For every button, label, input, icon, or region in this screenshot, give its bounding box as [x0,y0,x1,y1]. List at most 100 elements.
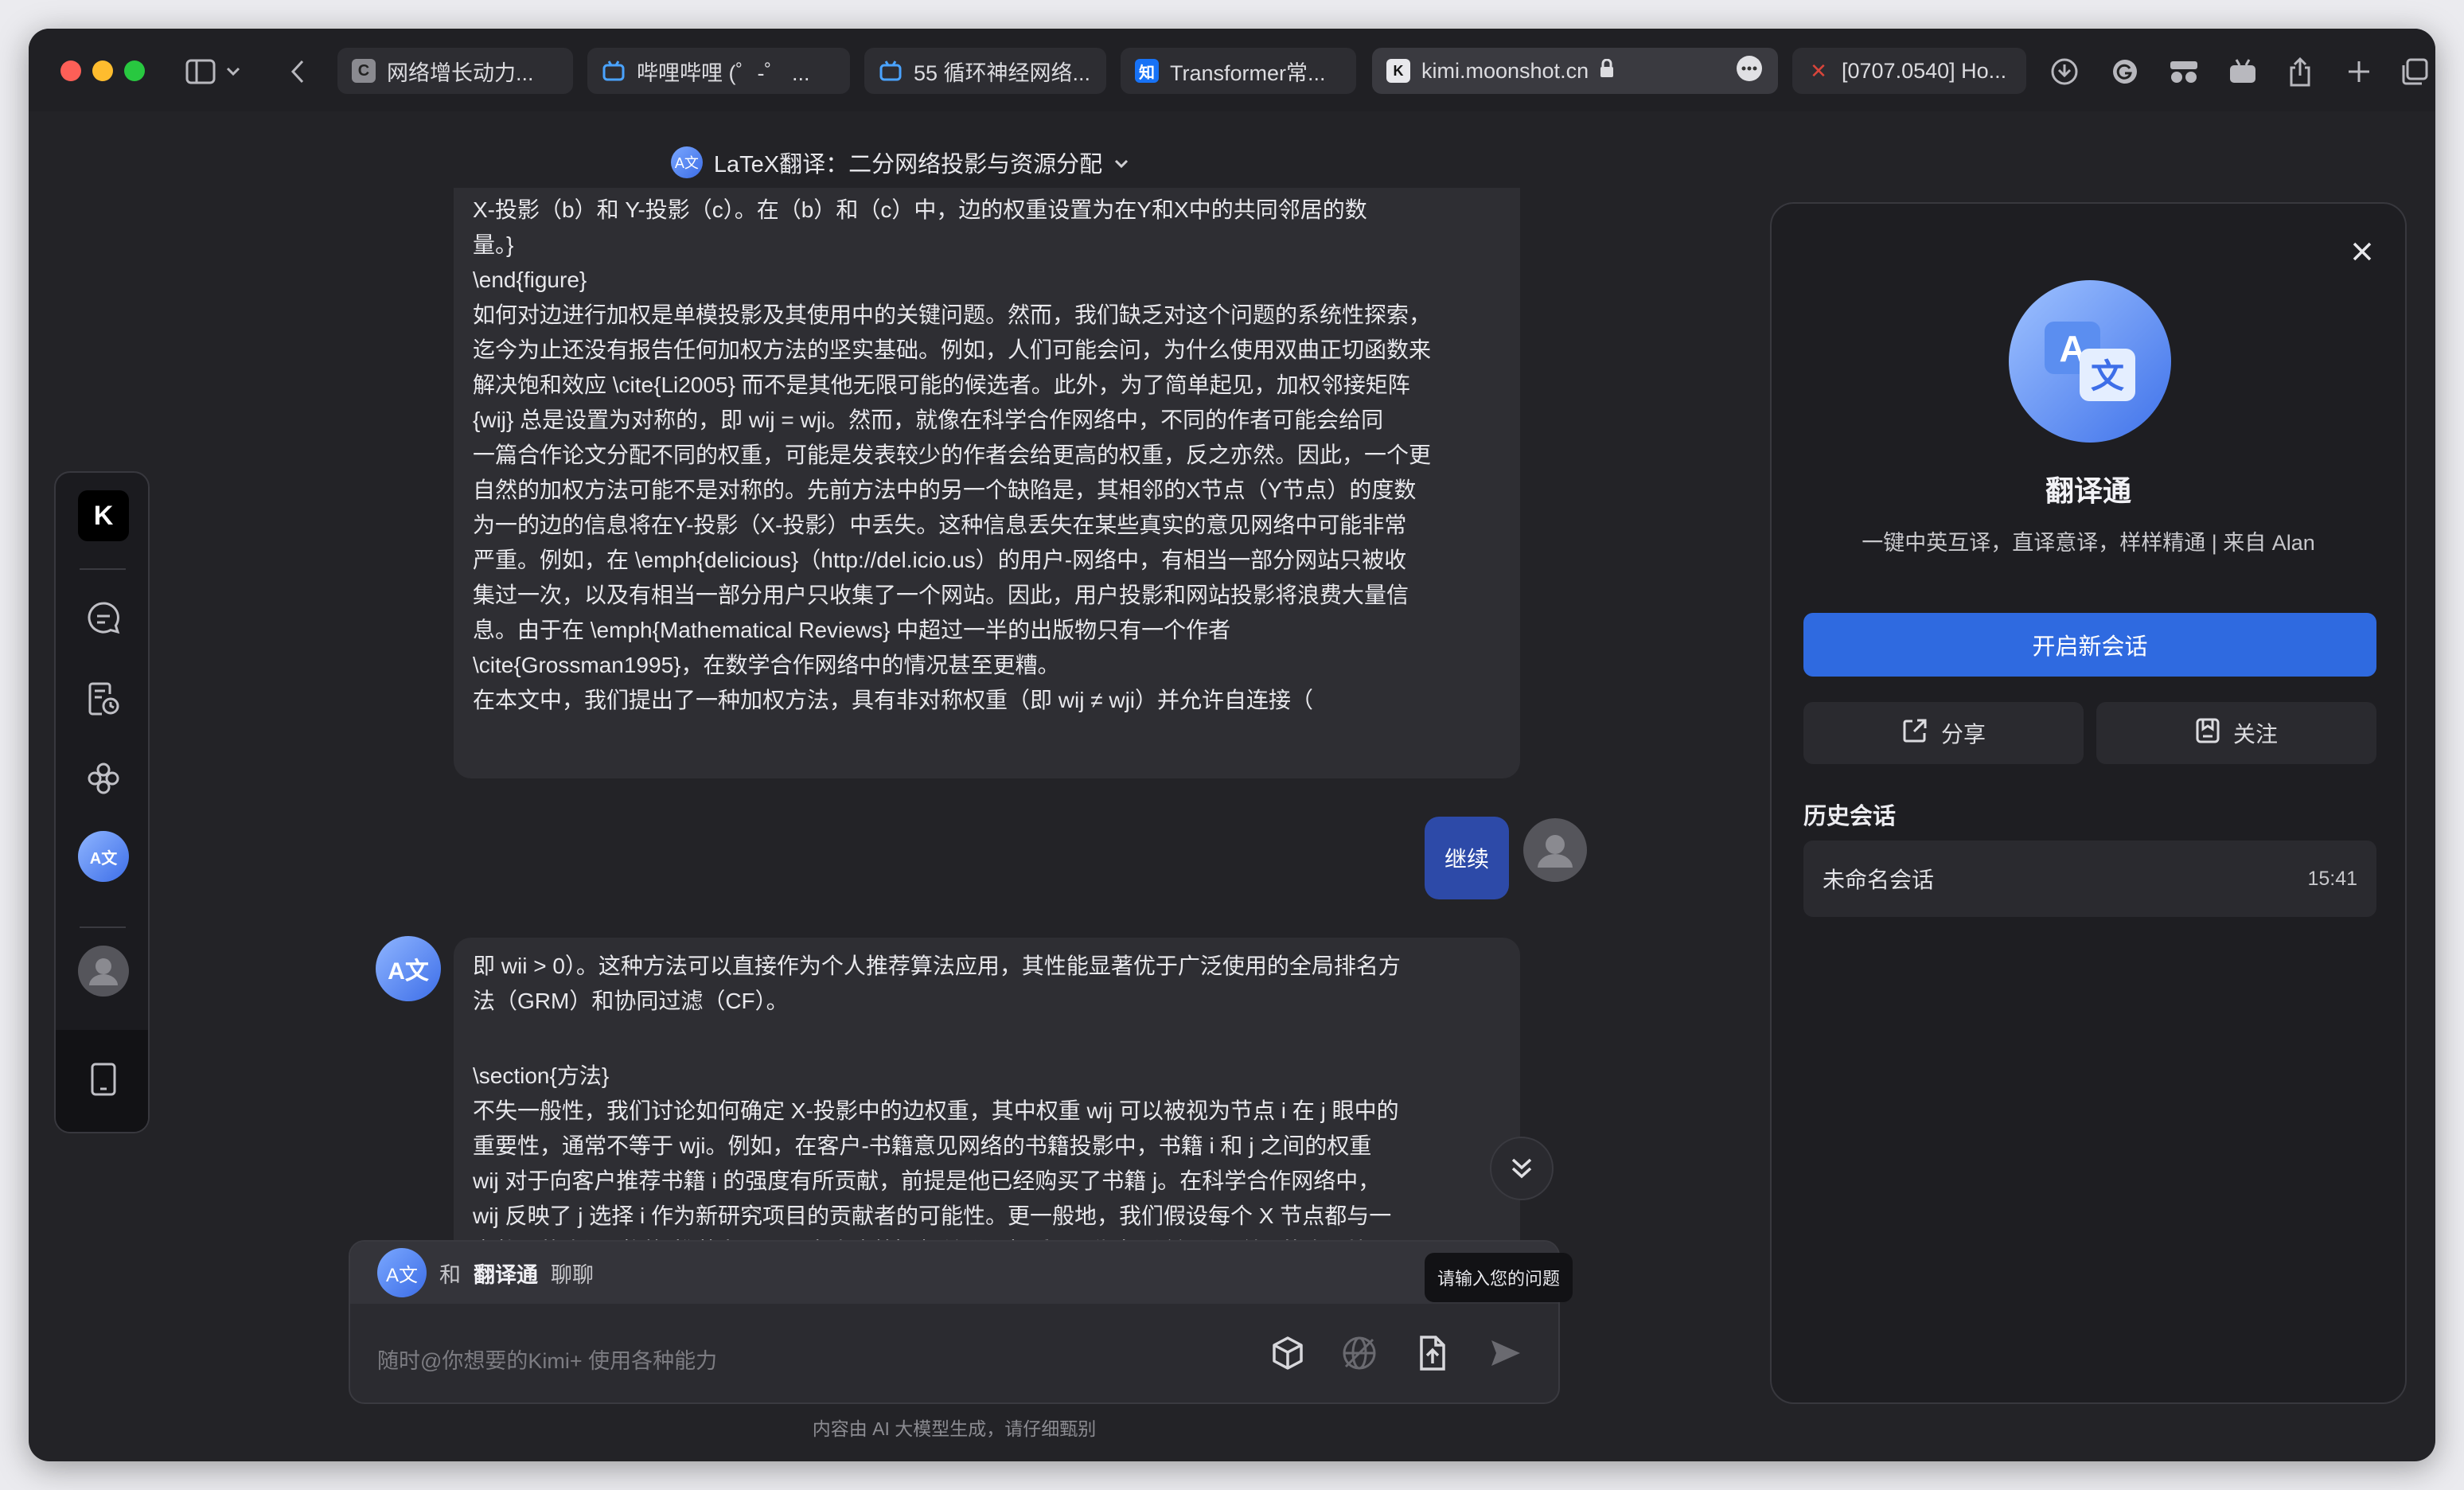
address-url[interactable]: kimi.moonshot.cn [1421,59,1589,84]
message-line: 集过一次，以及有相当一部分用户只收集了一个网站。因此，用户投影和网站投影将浪费大… [473,583,1409,607]
download-icon[interactable] [2045,53,2084,91]
user-avatar [1523,818,1587,882]
tab-arxiv[interactable]: ✕ [0707.0540] Ho... [1792,48,2026,94]
divider [80,568,126,570]
user-avatar[interactable] [78,946,129,997]
tab-label: Transformer常... [1170,60,1326,85]
share-label: 分享 [1940,722,1986,747]
new-tab-icon[interactable] [2340,53,2378,91]
message-line: 息。由于在 \emph{Mathematical Reviews} 中超过一半的… [473,618,1231,642]
message-line: 自然的加权方法可能不是对称的。先前方法中的另一个缺陷是，其相邻的X节点（Y节点）… [473,478,1417,502]
tab-label: 哔哩哔哩 (゜-゜ ... [637,60,810,85]
scroll-to-bottom-button[interactable] [1490,1137,1554,1200]
kimi-plus-icon[interactable] [78,753,129,804]
more-options-icon[interactable] [1735,54,1764,88]
cube-icon[interactable] [1265,1331,1310,1375]
banner-suffix: 聊聊 [551,1262,594,1287]
tab-label: 网络增长动力... [387,60,534,85]
message-line: 如何对边进行加权是单模投影及其使用中的关键问题。然而，我们缺乏对这个问题的系统性… [473,302,1432,327]
history-title: 历史会话 [1803,804,1897,829]
message-line: \cite{Grossman1995}，在数学合作网络中的情况甚至更糟。 [473,653,1060,677]
left-nav-rail: K A文 [54,471,150,1133]
new-chat-button[interactable]: 开启新会话 [1803,613,2376,677]
history-item-time: 15:41 [2307,867,2357,890]
banner-bot-name: 翻译通 [474,1262,538,1287]
chat-input[interactable]: 随时@你想要的Kimi+ 使用各种能力 [377,1344,717,1375]
assistant-message: 即 wii > 0）。这种方法可以直接作为个人推荐算法应用，其性能显著优于广泛使… [454,938,1520,1270]
bilibili-extension-icon[interactable] [2224,53,2262,91]
assistant-message: X-投影（b）和 Y-投影（c）。在（b）和（c）中，边的权重设置为在Y和X中的… [454,188,1520,778]
message-line: 为一的边的信息将在Y-投影（X-投影）中丢失。这种信息丢失在某些真实的意见网络中… [473,513,1407,537]
tab-label: [0707.0540] Ho... [1842,58,2007,83]
message-line: 量。} [473,232,514,257]
share-icon [1901,717,1928,750]
tab-bilibili-home[interactable]: 哔哩哔哩 (゜-゜ ... [587,48,850,94]
share-page-icon[interactable] [2281,53,2319,91]
message-line: 严重。例如，在 \emph{delicious}（http://del.icio… [473,548,1407,572]
follow-label: 关注 [2232,722,2278,747]
maximize-window-button[interactable] [124,60,145,81]
kimi-icon: K [1386,59,1410,83]
message-line: \end{figure} [473,267,587,292]
back-icon[interactable] [279,53,317,91]
message-line: wij 对于向客户推荐书籍 i 的强度有所贡献，前提是他已经购买了书籍 j。在科… [473,1168,1381,1193]
send-icon[interactable] [1483,1331,1528,1375]
history-item[interactable]: 未命名会话 15:41 [1803,841,2376,917]
close-window-button[interactable] [60,60,81,81]
chevron-down-icon[interactable] [1113,150,1129,176]
translator-bot-avatar: A文 [376,936,441,1001]
zhihu-icon: 知 [1135,59,1159,83]
browser-window: C 网络增长动力... 哔哩哔哩 (゜-゜ ... 55 循环神经网络... 知… [29,29,2435,1461]
bilibili-icon [879,59,903,83]
bot-description: 一键中英互译，直译意译，样样精通 | 来自 Alan [1862,531,2315,555]
user-message: 继续 [1425,817,1509,899]
translator-bot-icon[interactable]: A文 [78,831,129,882]
tab-network-growth[interactable]: C 网络增长动力... [337,48,573,94]
bilibili-icon [602,59,626,83]
tab-kimi-active[interactable]: K kimi.moonshot.cn [1372,48,1778,94]
message-line: X-投影（b）和 Y-投影（c）。在（b）和（c）中，边的权重设置为在Y和X中的… [473,197,1367,222]
divider [80,926,126,928]
message-line: wij 反映了 j 选择 i 作为新研究项目的贡献者的可能性。更一般地，我们假设… [473,1203,1392,1228]
lock-icon [1600,58,1614,84]
translator-bot-icon: A文 [377,1248,427,1297]
kimi-logo-icon[interactable]: K [78,490,129,541]
tab-overview-icon[interactable] [2396,53,2434,91]
sidebar-toggle-icon[interactable] [181,53,220,91]
history-icon[interactable] [78,673,129,724]
tab-zhihu-transformer[interactable]: 知 Transformer常... [1121,48,1356,94]
message-line [473,1019,1501,1054]
conversation-title[interactable]: LaTeX翻译：二分网络投影与资源分配 [714,146,1102,179]
chevron-down-icon[interactable] [221,53,245,91]
composer-bot-banner: A文 和 翻译通 聊聊 [350,1242,1558,1304]
grammarly-icon[interactable] [2106,53,2144,91]
history-item-title: 未命名会话 [1823,868,1935,892]
message-line: 解决饱和效应 \cite{Li2005} 而不是其他无限可能的候选者。此外，为了… [473,372,1410,397]
send-tooltip: 请输入您的问题 [1425,1253,1573,1302]
message-line: 在本文中，我们提出了一种加权方法，具有非对称权重（即 wij ≠ wji）并允许… [473,688,1314,712]
mobile-app-icon[interactable] [78,1054,129,1105]
chat-scroll-area[interactable]: X-投影（b）和 Y-投影（c）。在（b）和（c）中，边的权重设置为在Y和X中的… [347,188,1620,1270]
message-composer[interactable]: A文 和 翻译通 聊聊 随时@你想要的Kimi+ 使用各种能力 [349,1240,1560,1404]
banner-prefix: 和 [439,1262,461,1287]
follow-button[interactable]: 关注 [2096,702,2376,764]
bookmark-icon [2195,717,2220,750]
ai-disclaimer: 内容由 AI 大模型生成，请仔细甄别 [812,1418,1097,1439]
upload-file-icon[interactable] [1410,1331,1455,1375]
translator-bot-logo: A文 [2009,280,2171,443]
bot-info-panel: A文 翻译通 一键中英互译，直译意译，样样精通 | 来自 Alan 开启新会话 … [1770,202,2407,1404]
tab-bilibili-rnn[interactable]: 55 循环神经网络... [864,48,1106,94]
chat-header[interactable]: A文 LaTeX翻译：二分网络投影与资源分配 [29,137,1772,188]
new-chat-icon[interactable] [78,592,129,643]
message-line: 迄今为止还没有报告任何加权方法的坚实基础。例如，人们可能会问，为什么使用双曲正切… [473,337,1432,362]
message-line: 一篇合作论文分配不同的权重，可能是发表较少的作者会给更高的权重，反之亦然。因此，… [473,443,1432,467]
bot-name: 翻译通 [2045,474,2131,507]
c-site-icon: C [352,59,376,83]
close-icon[interactable] [2346,236,2378,267]
translator-bot-icon: A文 [670,146,703,178]
message-line: 法（GRM）和协同过滤（CF）。 [473,989,789,1013]
incognito-extension-icon[interactable] [2165,53,2203,91]
web-search-off-icon[interactable] [1337,1331,1382,1375]
minimize-window-button[interactable] [92,60,113,81]
share-button[interactable]: 分享 [1803,702,2084,764]
